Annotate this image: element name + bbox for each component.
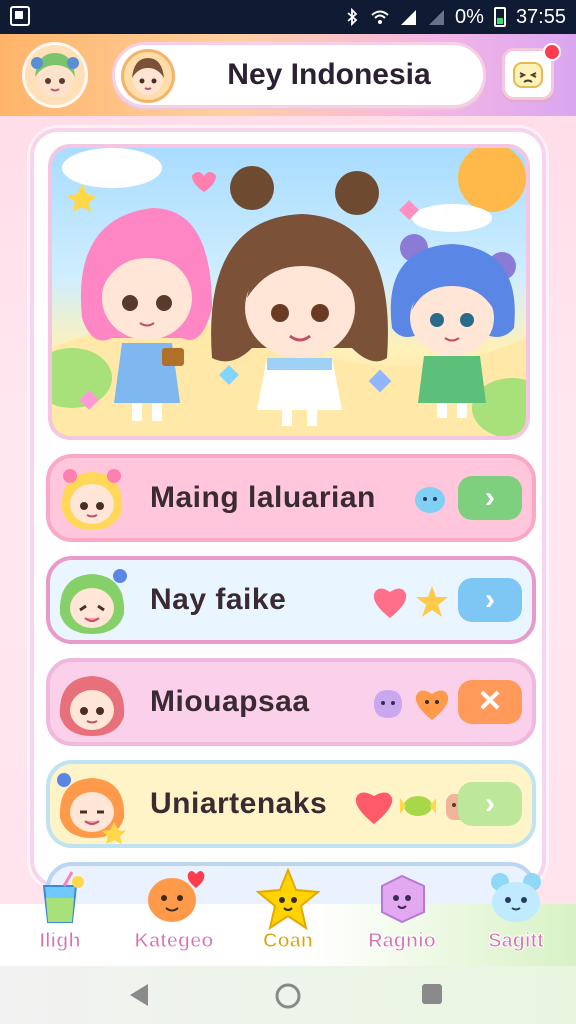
- blue-bear-icon: [491, 873, 541, 922]
- battery-icon: [493, 7, 506, 27]
- chevron-right-button[interactable]: ›: [458, 578, 522, 622]
- notification-badge: [543, 43, 561, 61]
- blonde-hair-avatar: [61, 469, 123, 530]
- hero-illustration: [52, 148, 526, 436]
- page-title: Ney Indonesia: [227, 58, 431, 91]
- purple-blob-sticker: [374, 690, 402, 718]
- nav-label: Sagitt: [488, 930, 545, 953]
- status-icons: 0% 37:55: [343, 0, 566, 34]
- chevron-right-button[interactable]: ›: [458, 782, 522, 826]
- brown-hair-avatar-icon: [132, 58, 164, 95]
- hero-banner[interactable]: [48, 144, 530, 440]
- chevron-right-button[interactable]: ›: [458, 476, 522, 520]
- battery-percent: 0%: [455, 5, 484, 28]
- list-item[interactable]: Miouapsaa ✕: [46, 658, 536, 746]
- signal-icon: [401, 10, 417, 25]
- recents-icon[interactable]: [420, 982, 444, 1006]
- nav-item-iligh[interactable]: Iligh: [12, 868, 108, 964]
- status-bar: 0% 37:55: [0, 0, 576, 34]
- red-hair-avatar: [59, 676, 125, 736]
- cute-face-button[interactable]: [502, 43, 561, 100]
- nav-label: Ragnio: [368, 930, 437, 953]
- system-navigation-bar: [0, 966, 576, 1024]
- bottom-navigation: Iligh Kategeo Coan Ragnio Sagitt: [0, 868, 576, 966]
- green-hair-avatar: [59, 569, 127, 634]
- list-item[interactable]: Maing laluarian ›: [46, 454, 536, 542]
- profile-avatar[interactable]: [22, 42, 88, 108]
- home-icon[interactable]: [274, 982, 302, 1010]
- close-button[interactable]: ✕: [458, 680, 522, 724]
- title-pill: Ney Indonesia: [112, 42, 486, 108]
- nav-label: Coan: [263, 930, 314, 953]
- candy-sticker: [400, 796, 436, 816]
- list-item[interactable]: Uniartenaks ›: [46, 760, 536, 848]
- orange-heart-sticker: [415, 690, 449, 720]
- green-hair-avatar-icon: [31, 53, 79, 97]
- nav-item-ragnio[interactable]: Ragnio: [354, 868, 450, 964]
- wifi-icon: [371, 10, 389, 24]
- purple-cube-icon: [381, 874, 425, 924]
- drink-icon: [42, 871, 84, 923]
- nav-label: Iligh: [39, 930, 81, 953]
- list-item-label: Uniartenaks: [150, 787, 328, 820]
- star-sticker: [67, 184, 97, 212]
- list-item[interactable]: Nay faike ›: [46, 556, 536, 644]
- nav-item-sagitt[interactable]: Sagitt: [468, 868, 564, 964]
- blue-blob-sticker: [415, 487, 445, 513]
- cute-face-icon: [513, 62, 543, 88]
- nav-item-kategeo[interactable]: Kategeo: [126, 868, 222, 964]
- orange-heart-icon: [148, 871, 205, 922]
- red-heart-sticker: [355, 792, 393, 824]
- main-card: Maing laluarian › Nay faike › Miouapsaa …: [30, 128, 546, 922]
- chevron-right-icon: ›: [485, 583, 495, 616]
- close-icon: ✕: [477, 685, 503, 718]
- back-icon[interactable]: [126, 982, 152, 1008]
- list-item-label: Maing laluarian: [150, 481, 376, 514]
- orange-hair-avatar: [57, 773, 126, 844]
- app-header: Ney Indonesia: [0, 34, 576, 116]
- signal-empty-icon: [429, 10, 445, 25]
- chevron-right-icon: ›: [485, 787, 495, 820]
- bluetooth-icon: [347, 8, 358, 26]
- chevron-right-icon: ›: [485, 481, 495, 514]
- brown-hair-avatar[interactable]: [121, 49, 175, 103]
- list-item-label: Miouapsaa: [150, 685, 310, 718]
- list-item-label: Nay faike: [150, 583, 287, 616]
- nav-label: Kategeo: [134, 930, 214, 953]
- red-heart-sticker: [373, 588, 407, 618]
- yellow-star-icon: [256, 868, 320, 931]
- yellow-star-sticker: [416, 586, 448, 617]
- screenshot-icon: [10, 6, 30, 26]
- clock: 37:55: [515, 5, 566, 28]
- nav-item-coan[interactable]: Coan: [240, 868, 336, 964]
